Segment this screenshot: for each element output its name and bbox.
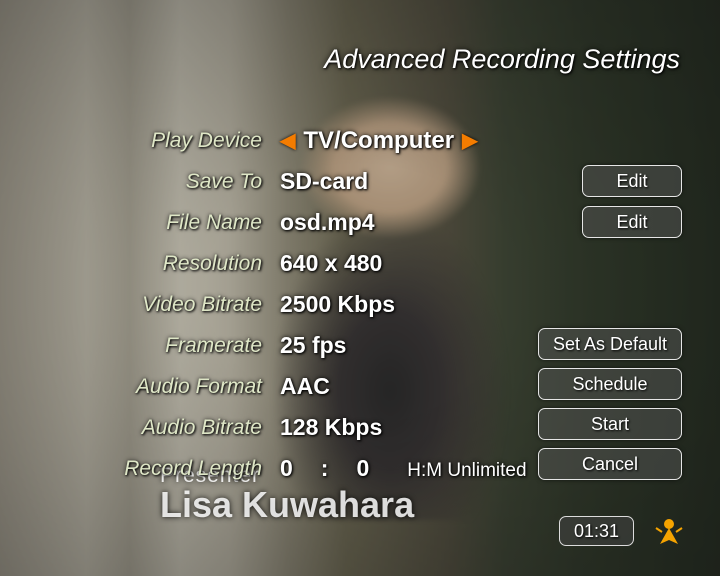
mascot-icon [654, 514, 684, 550]
row-resolution: Resolution 640 x 480 [0, 243, 720, 284]
record-length-h: 0 [280, 455, 293, 482]
cancel-button[interactable]: Cancel [538, 448, 682, 480]
set-as-default-button[interactable]: Set As Default [538, 328, 682, 360]
record-length-m: 0 [356, 455, 369, 482]
value-video-bitrate[interactable]: 2500 Kbps [280, 291, 720, 318]
row-video-bitrate: Video Bitrate 2500 Kbps [0, 284, 720, 325]
value-play-device[interactable]: ◀ TV/Computer ▶ [280, 126, 720, 155]
osd-overlay: Advanced Recording Settings Play Device … [0, 0, 720, 576]
label-audio-bitrate: Audio Bitrate [0, 416, 280, 440]
edit-save-to-button[interactable]: Edit [582, 165, 682, 197]
record-length-sep: : [321, 455, 329, 482]
screen: Presenter Lisa Kuwahara Advanced Recordi… [0, 0, 720, 576]
label-video-bitrate: Video Bitrate [0, 293, 280, 317]
arrow-right-icon[interactable]: ▶ [462, 128, 477, 153]
clock-display: 01:31 [559, 516, 634, 546]
label-play-device: Play Device [0, 129, 280, 153]
page-title: Advanced Recording Settings [324, 44, 680, 75]
schedule-button[interactable]: Schedule [538, 368, 682, 400]
row-play-device: Play Device ◀ TV/Computer ▶ [0, 120, 720, 161]
edit-file-name-button[interactable]: Edit [582, 206, 682, 238]
label-resolution: Resolution [0, 252, 280, 276]
start-button[interactable]: Start [538, 408, 682, 440]
label-record-length: Record Length [0, 457, 280, 481]
record-length-suffix: H:M Unlimited [407, 460, 526, 482]
label-save-to: Save To [0, 170, 280, 194]
play-device-text: TV/Computer [303, 127, 454, 155]
label-audio-format: Audio Format [0, 375, 280, 399]
label-framerate: Framerate [0, 334, 280, 358]
value-resolution[interactable]: 640 x 480 [280, 250, 720, 277]
label-file-name: File Name [0, 211, 280, 235]
arrow-left-icon[interactable]: ◀ [280, 128, 295, 153]
